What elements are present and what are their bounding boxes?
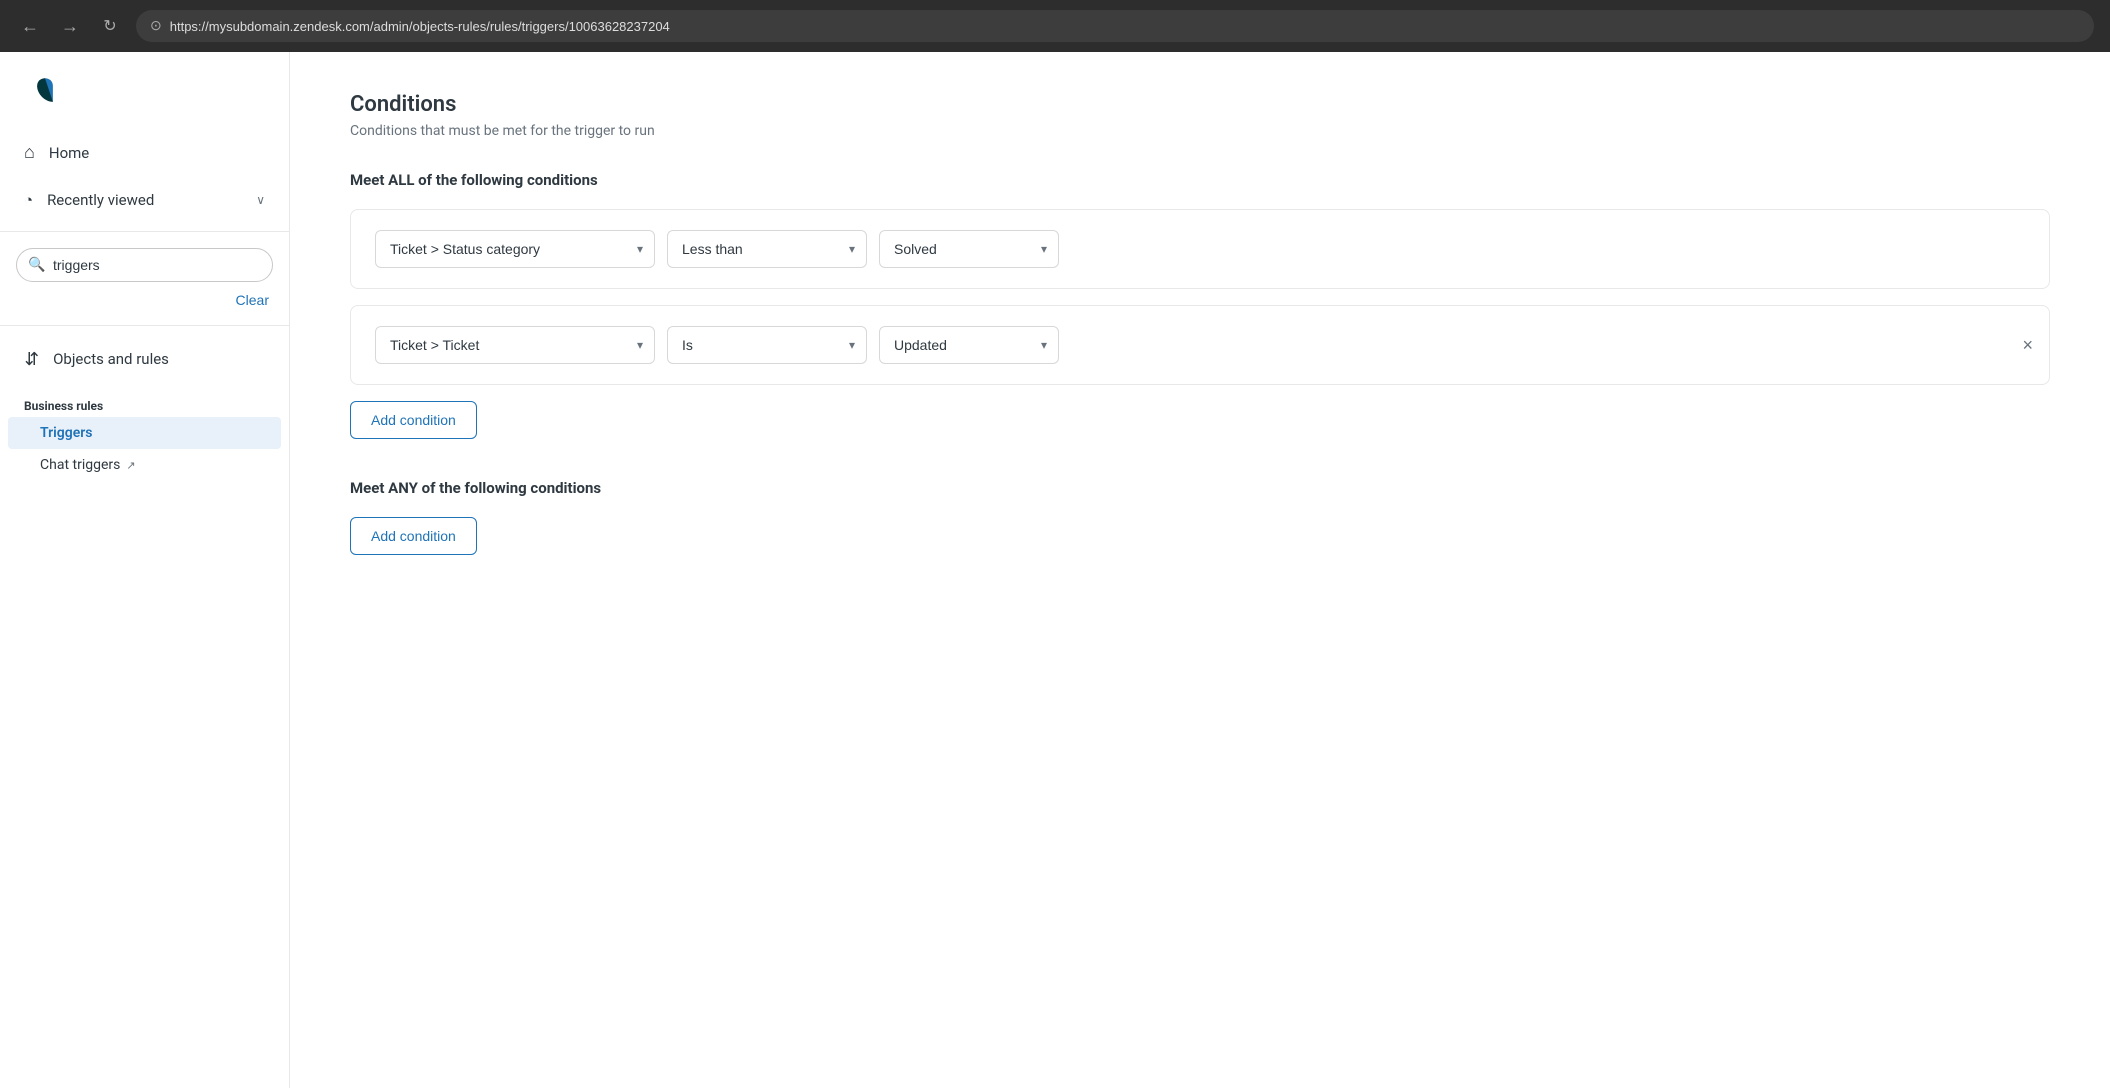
home-icon: ⌂ [24, 142, 35, 163]
operator-select-wrapper-2: Is Is not Contains Does not contain [667, 326, 867, 364]
field-select-2[interactable]: Ticket > Status category Ticket > Ticket… [375, 326, 655, 364]
value-select-2[interactable]: Created Updated Reopened Assigned Commen… [879, 326, 1059, 364]
url-input[interactable] [170, 19, 2080, 34]
chevron-down-icon: ∨ [256, 193, 265, 207]
forward-button[interactable]: → [56, 12, 84, 40]
sidebar-divider [0, 231, 289, 232]
objects-rules-label: Objects and rules [53, 350, 169, 368]
sidebar-home-label: Home [49, 144, 89, 162]
app-container: ⌂ Home ◔ Recently viewed ∨ 🔍 Clear ⇆ Obj… [0, 52, 2110, 1088]
sidebar-item-home[interactable]: ⌂ Home [0, 128, 289, 177]
recently-viewed-label: Recently viewed [47, 191, 154, 209]
page-title: Conditions [350, 92, 2050, 117]
operator-select-2[interactable]: Is Is not Contains Does not contain [667, 326, 867, 364]
value-select-wrapper-1: New Open Pending On-hold Solved Closed [879, 230, 1059, 268]
sidebar: ⌂ Home ◔ Recently viewed ∨ 🔍 Clear ⇆ Obj… [0, 52, 290, 1088]
page-subtitle: Conditions that must be met for the trig… [350, 123, 2050, 139]
business-rules-title: Business rules [0, 391, 289, 417]
browser-chrome: ← → ↻ ⊙ [0, 0, 2110, 52]
sidebar-item-chat-triggers[interactable]: Chat triggers ↗ [8, 449, 281, 481]
sidebar-divider-2 [0, 325, 289, 326]
add-condition-any-button[interactable]: Add condition [350, 517, 477, 555]
business-rules-section: Business rules Triggers Chat triggers ↗ [0, 383, 289, 489]
value-select-wrapper-2: Created Updated Reopened Assigned Commen… [879, 326, 1059, 364]
sidebar-logo [0, 52, 289, 128]
main-content: Conditions Conditions that must be met f… [290, 52, 2110, 1088]
condition-row-2: Ticket > Status category Ticket > Ticket… [350, 305, 2050, 385]
value-select-1[interactable]: New Open Pending On-hold Solved Closed [879, 230, 1059, 268]
arrows-icon: ⇆ [21, 351, 42, 366]
add-condition-all-button[interactable]: Add condition [350, 401, 477, 439]
sidebar-item-recently-viewed[interactable]: ◔ Recently viewed ∨ [0, 177, 289, 223]
meet-any-title: Meet ANY of the following conditions [350, 479, 2050, 497]
clear-wrapper: Clear [0, 286, 289, 317]
sidebar-search-wrapper: 🔍 [16, 248, 273, 282]
meet-all-title: Meet ALL of the following conditions [350, 171, 2050, 189]
globe-icon: ⊙ [150, 18, 162, 34]
url-bar[interactable]: ⊙ [136, 10, 2094, 42]
field-select-wrapper-1: Ticket > Status category Ticket > Ticket… [375, 230, 655, 268]
operator-select-wrapper-1: Less than Is Is not Greater than [667, 230, 867, 268]
chat-triggers-label: Chat triggers [40, 457, 120, 473]
condition-row-1: Ticket > Status category Ticket > Ticket… [350, 209, 2050, 289]
sidebar-item-objects-rules[interactable]: ⇆ Objects and rules [0, 334, 289, 383]
back-button[interactable]: ← [16, 12, 44, 40]
search-input[interactable] [16, 248, 273, 282]
remove-condition-2-button[interactable]: × [2022, 336, 2033, 354]
field-select-1[interactable]: Ticket > Status category Ticket > Ticket… [375, 230, 655, 268]
external-link-icon: ↗ [126, 459, 135, 472]
sidebar-item-triggers[interactable]: Triggers [8, 417, 281, 449]
search-icon: 🔍 [28, 257, 45, 273]
clear-button[interactable]: Clear [236, 292, 269, 308]
field-select-wrapper-2: Ticket > Status category Ticket > Ticket… [375, 326, 655, 364]
refresh-button[interactable]: ↻ [96, 12, 124, 40]
clock-icon: ◔ [24, 191, 33, 209]
operator-select-1[interactable]: Less than Is Is not Greater than [667, 230, 867, 268]
